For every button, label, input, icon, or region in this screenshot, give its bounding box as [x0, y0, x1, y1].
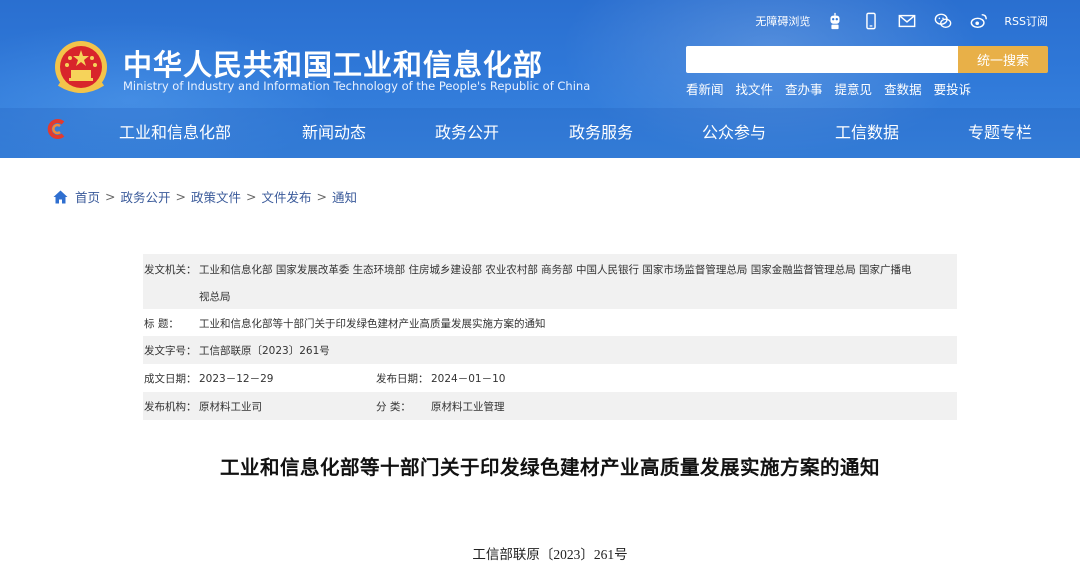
- nav-item-gov-affairs[interactable]: 政务公开: [435, 119, 499, 143]
- quick-link-files[interactable]: 找文件: [736, 79, 774, 98]
- meta-row-org: 发布机构： 原材料工业司 分 类： 原材料工业管理: [143, 392, 957, 420]
- meta-value-title: 工业和信息化部等十部门关于印发绿色建材产业高质量发展实施方案的通知: [199, 318, 546, 330]
- rss-link[interactable]: RSS订阅: [1004, 13, 1048, 29]
- meta-value-issuer-line2: 视总局: [199, 291, 231, 303]
- search-button[interactable]: 统一搜索: [958, 46, 1048, 73]
- meta-label-org: 发布机构：: [144, 401, 197, 413]
- quick-link-services[interactable]: 查办事: [785, 79, 823, 98]
- meta-value-docno: 工信部联原〔2023〕261号: [199, 345, 330, 357]
- meta-value-date-published: 2024－01－10: [431, 373, 506, 385]
- meta-value-org: 原材料工业司: [199, 401, 262, 413]
- quick-link-data[interactable]: 查数据: [884, 79, 922, 98]
- nav-item-data[interactable]: 工信数据: [835, 119, 899, 143]
- search-input[interactable]: [686, 46, 958, 73]
- nav-item-miit[interactable]: 工业和信息化部: [119, 119, 231, 143]
- quick-link-news[interactable]: 看新闻: [686, 79, 724, 98]
- breadcrumb-separator: >: [316, 189, 327, 204]
- nav-item-gov-services[interactable]: 政务服务: [569, 119, 633, 143]
- meta-row-title: 标 题： 工业和信息化部等十部门关于印发绿色建材产业高质量发展实施方案的通知: [143, 309, 957, 336]
- meta-row-docno: 发文字号： 工信部联原〔2023〕261号: [143, 336, 957, 364]
- meta-label-date-published: 发布日期：: [376, 373, 429, 385]
- accessibility-link[interactable]: 无障碍浏览: [755, 13, 810, 29]
- wechat-icon[interactable]: [932, 11, 954, 31]
- meta-row-issuer: 发文机关： 工业和信息化部 国家发展改革委 生态环境部 住房城乡建设部 农业农村…: [143, 254, 957, 309]
- meta-label-docno: 发文字号：: [144, 345, 197, 357]
- mobile-icon[interactable]: [860, 11, 882, 31]
- quick-link-feedback[interactable]: 提意见: [835, 79, 873, 98]
- breadcrumb-file-release[interactable]: 文件发布: [262, 187, 312, 206]
- nav-item-topics[interactable]: 专题专栏: [968, 119, 1032, 143]
- breadcrumb-notice[interactable]: 通知: [332, 187, 357, 206]
- meta-value-category: 原材料工业管理: [431, 401, 505, 413]
- meta-label-date-written: 成文日期：: [144, 373, 197, 385]
- breadcrumb-separator: >: [246, 189, 257, 204]
- breadcrumb: 首页 > 政务公开 > 政策文件 > 文件发布 > 通知: [53, 187, 357, 206]
- home-icon[interactable]: [53, 190, 68, 204]
- document-number: 工信部联原〔2023〕261号: [472, 547, 628, 562]
- national-emblem-icon[interactable]: [53, 38, 109, 96]
- quick-links: 看新闻 找文件 查办事 提意见 查数据 要投诉: [686, 79, 971, 98]
- site-title[interactable]: 中华人民共和国工业和信息化部: [123, 42, 543, 84]
- breadcrumb-separator: >: [105, 189, 116, 204]
- meta-value-date-written: 2023－12－29: [199, 373, 274, 385]
- top-utility-bar: 无障碍浏览 RSS订阅: [755, 11, 1048, 31]
- search-field[interactable]: [686, 46, 958, 73]
- document-meta-table: 发文机关： 工业和信息化部 国家发展改革委 生态环境部 住房城乡建设部 农业农村…: [143, 254, 957, 420]
- main-nav: 工业和信息化部 新闻动态 政务公开 政务服务 公众参与 工信数据 专题专栏: [0, 110, 1080, 150]
- meta-row-dates: 成文日期： 2023－12－29 发布日期： 2024－01－10: [143, 364, 957, 392]
- meta-label-category: 分 类：: [376, 401, 411, 413]
- nav-item-participation[interactable]: 公众参与: [702, 119, 766, 143]
- breadcrumb-gov-affairs[interactable]: 政务公开: [121, 187, 171, 206]
- weibo-icon[interactable]: [968, 11, 990, 31]
- meta-label-issuer: 发文机关：: [144, 264, 197, 276]
- meta-label-title: 标 题：: [144, 318, 179, 330]
- nav-item-news[interactable]: 新闻动态: [302, 119, 366, 143]
- quick-link-complaint[interactable]: 要投诉: [934, 79, 972, 98]
- site-subtitle: Ministry of Industry and Information Tec…: [123, 79, 591, 93]
- document-title: 工业和信息化部等十部门关于印发绿色建材产业高质量发展实施方案的通知: [219, 456, 880, 479]
- breadcrumb-home[interactable]: 首页: [75, 187, 100, 206]
- breadcrumb-separator: >: [175, 189, 186, 204]
- robot-assistant-icon[interactable]: [824, 11, 846, 31]
- meta-value-issuer-line1: 工业和信息化部 国家发展改革委 生态环境部 住房城乡建设部 农业农村部 商务部 …: [199, 264, 912, 276]
- site-header: 中华人民共和国工业和信息化部 Ministry of Industry and …: [0, 0, 1080, 158]
- breadcrumb-policy-docs[interactable]: 政策文件: [191, 187, 241, 206]
- mail-icon[interactable]: [896, 11, 918, 31]
